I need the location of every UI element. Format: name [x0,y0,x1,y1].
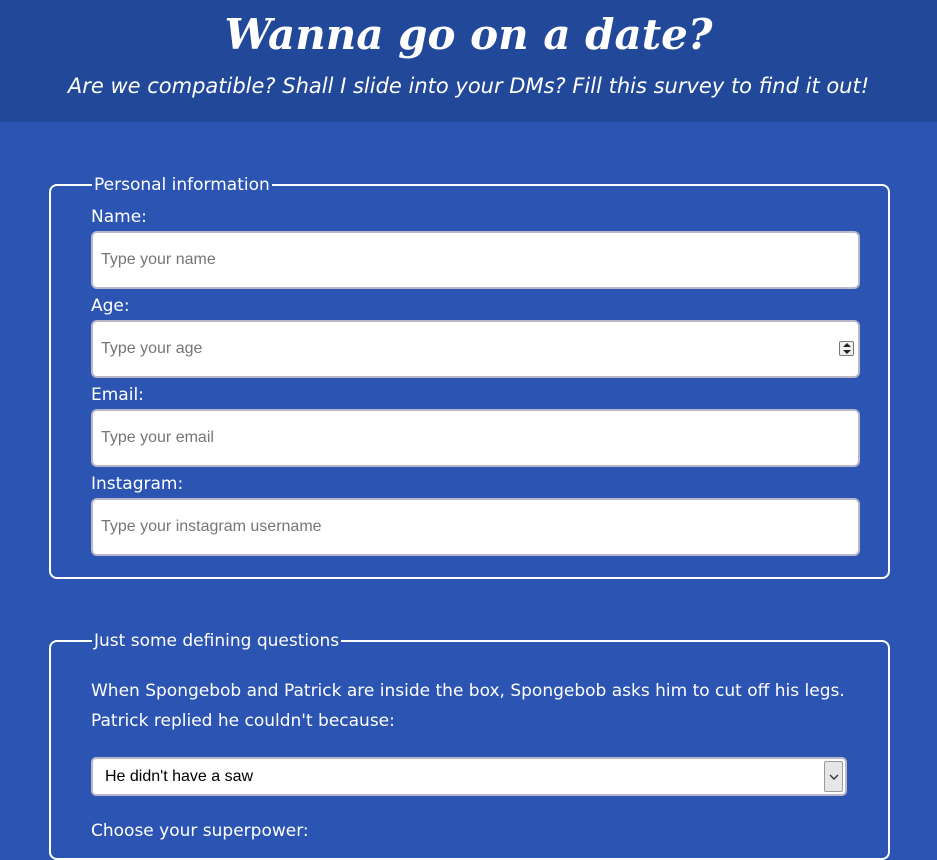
instagram-placeholder: Type your instagram username [101,518,322,535]
spongebob-question: When Spongebob and Patrick are inside th… [91,681,845,731]
page-subtitle: Are we compatible? Shall I slide into yo… [67,74,870,98]
spongebob-answer-select[interactable]: He didn't have a saw [91,757,847,796]
spin-up-icon[interactable] [843,343,851,347]
spin-down-icon[interactable] [843,350,851,354]
age-placeholder: Type your age [101,340,203,357]
name-placeholder: Type your name [101,251,216,268]
age-spinner[interactable] [839,341,854,356]
name-input[interactable]: Type your name [91,231,860,289]
email-label: Email: [91,385,144,405]
instagram-label: Instagram: [91,474,184,494]
age-label: Age: [91,296,130,316]
email-placeholder: Type your email [101,429,214,446]
page-title: Wanna go on a date? [224,10,713,59]
name-label: Name: [91,207,147,227]
email-input[interactable]: Type your email [91,409,860,467]
personal-information-legend: Personal information [92,174,272,196]
spongebob-selected-option: He didn't have a saw [105,768,254,785]
defining-questions-legend: Just some defining questions [92,630,342,652]
superpower-label: Choose your superpower: [91,821,309,841]
chevron-down-icon[interactable] [824,761,843,792]
page-header: Wanna go on a date? Are we compatible? S… [0,0,937,122]
age-input[interactable]: Type your age [91,320,860,378]
instagram-input[interactable]: Type your instagram username [91,498,860,556]
